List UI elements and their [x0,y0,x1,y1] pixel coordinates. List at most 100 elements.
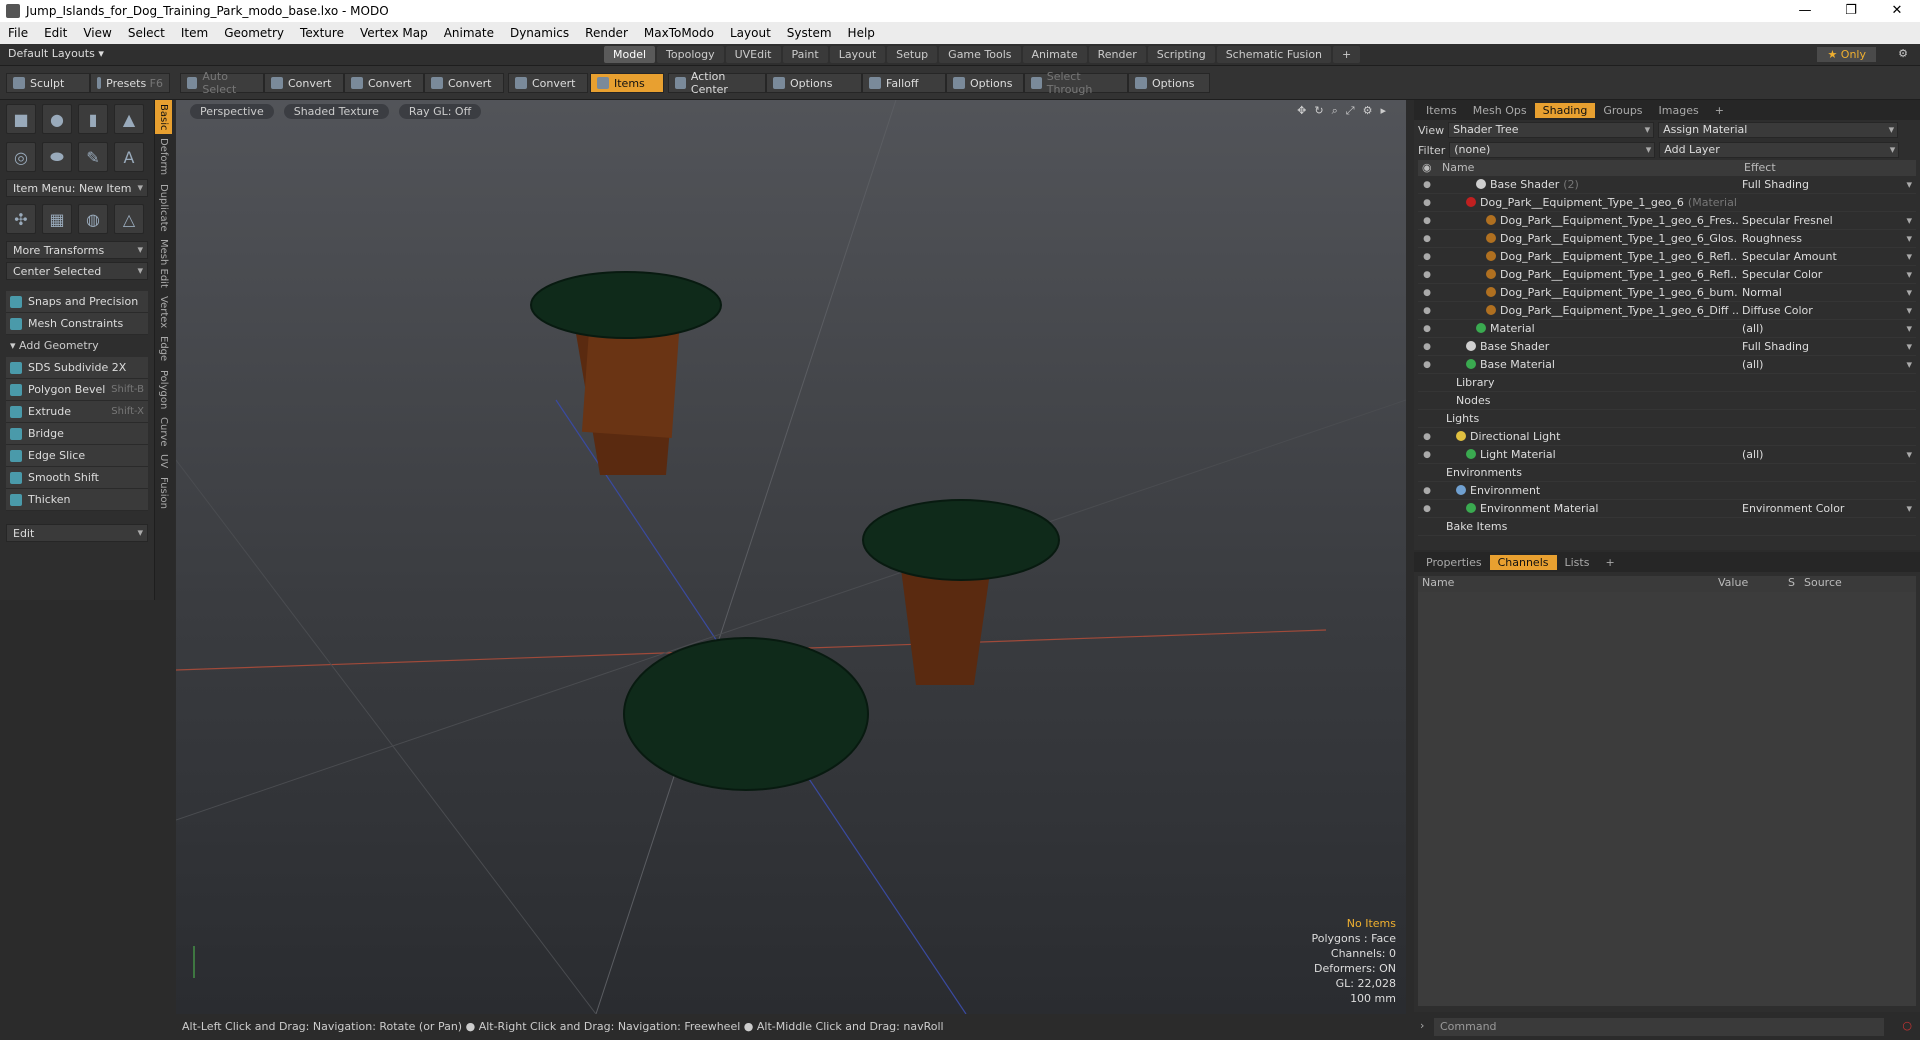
pen-icon[interactable]: ✎ [78,142,108,172]
visibility-eye-icon[interactable]: ● [1418,234,1436,244]
name-column-header[interactable]: Name [1438,160,1740,176]
vtab-uv[interactable]: UV [155,450,172,472]
convert-vertices-button[interactable]: Convert [264,73,344,93]
menu-edit[interactable]: Edit [36,26,75,40]
shader-tree-row[interactable]: Lights [1418,410,1916,428]
channels-list[interactable] [1418,592,1916,1006]
sphere-icon[interactable]: ● [42,104,72,134]
vtab-polygon[interactable]: Polygon [155,366,172,413]
action-center-button[interactable]: Action Center [668,70,766,96]
tab-scripting[interactable]: Scripting [1147,46,1215,63]
channel-s-header[interactable]: S [1788,576,1804,592]
sculpt-button[interactable]: Sculpt [6,73,90,93]
minimize-icon[interactable]: — [1782,0,1828,22]
shader-tree-row[interactable]: Environments [1418,464,1916,482]
visibility-eye-icon[interactable]: ● [1418,360,1436,370]
shader-tree-row[interactable]: ● Dog_Park__Equipment_Type_1_geo_6_Diff .… [1418,302,1916,320]
vtab-duplicate[interactable]: Duplicate [155,180,172,236]
tab-animate[interactable]: Animate [1022,46,1087,63]
menu-system[interactable]: System [779,26,840,40]
shader-tree-row[interactable]: ● Base Shader Full Shading [1418,338,1916,356]
shader-tree-row[interactable]: Bake Items [1418,518,1916,536]
shader-tree-row[interactable]: ● Base Shader (2) Full Shading [1418,176,1916,194]
vtab-mesh-edit[interactable]: Mesh Edit [155,235,172,292]
shader-tree-row[interactable]: Nodes [1418,392,1916,410]
text-icon[interactable]: A [114,142,144,172]
add-tab-icon[interactable]: + [1333,46,1361,63]
vtab-vertex[interactable]: Vertex [155,292,172,332]
shader-effect-dropdown[interactable]: Full Shading [1738,178,1916,191]
shader-tree-row[interactable]: ● Environment Material Environment Color [1418,500,1916,518]
tab-render[interactable]: Render [1088,46,1146,63]
menu-file[interactable]: File [0,26,36,40]
tab-channels[interactable]: Channels [1489,554,1557,570]
tab-schematic-fusion[interactable]: Schematic Fusion [1216,46,1332,63]
shader-effect-dropdown[interactable]: (all) [1738,358,1916,371]
globe-icon[interactable]: ◍ [78,204,108,234]
visibility-eye-icon[interactable]: ● [1418,270,1436,280]
auto-select-button[interactable]: Auto Select [180,70,264,96]
shader-effect-dropdown[interactable]: Roughness [1738,232,1916,245]
tab-game-tools[interactable]: Game Tools [939,46,1021,63]
options-button-3[interactable]: Options [1128,73,1210,93]
shader-effect-dropdown[interactable]: Specular Color [1738,268,1916,281]
vtab-basic[interactable]: Basic [155,100,172,135]
more-transforms-dropdown[interactable]: More Transforms [6,241,148,259]
vtab-deform[interactable]: Deform [155,134,172,179]
menu-select[interactable]: Select [120,26,173,40]
menu-layout[interactable]: Layout [722,26,779,40]
tool-thicken[interactable]: Thicken [6,489,148,511]
tab-uvedit[interactable]: UVEdit [725,46,781,63]
shader-tree-row[interactable]: ● Base Material (all) [1418,356,1916,374]
items-button[interactable]: Items [590,73,664,93]
visibility-eye-icon[interactable]: ● [1418,180,1436,190]
menu-maxtomodo[interactable]: MaxToModo [636,26,722,40]
visibility-eye-icon[interactable]: ● [1418,198,1436,208]
visibility-eye-icon[interactable]: ● [1418,324,1436,334]
shader-effect-dropdown[interactable]: Diffuse Color [1738,304,1916,317]
menu-vertex-map[interactable]: Vertex Map [352,26,436,40]
center-selected-dropdown[interactable]: Center Selected [6,262,148,280]
menu-view[interactable]: View [75,26,119,40]
shader-effect-dropdown[interactable]: Full Shading [1738,340,1916,353]
shader-effect-dropdown[interactable]: Specular Amount [1738,250,1916,263]
menu-item[interactable]: Item [173,26,216,40]
shader-effect-dropdown[interactable]: (all) [1738,322,1916,335]
menu-render[interactable]: Render [577,26,636,40]
tab-lists[interactable]: Lists [1557,555,1598,570]
tab-model[interactable]: Model [604,46,656,63]
shader-tree-row[interactable]: ● Dog_Park__Equipment_Type_1_geo_6_Fres..… [1418,212,1916,230]
shader-tree-row[interactable]: ● Dog_Park__Equipment_Type_1_geo_6_Glos..… [1418,230,1916,248]
shader-tree-row[interactable]: ● Material (all) [1418,320,1916,338]
add-tab-icon[interactable]: + [1707,103,1732,118]
effect-column-header[interactable]: Effect [1740,160,1780,176]
shader-tree-row[interactable]: ● Light Material (all) [1418,446,1916,464]
tab-groups[interactable]: Groups [1595,103,1650,118]
cube-icon[interactable]: ■ [6,104,36,134]
tool-extrude[interactable]: Extrude Shift-X [6,401,148,423]
convert-polygons-button[interactable]: Convert [424,73,504,93]
tab-paint[interactable]: Paint [782,46,828,63]
visibility-eye-icon[interactable]: ● [1418,306,1436,316]
visibility-eye-icon[interactable]: ● [1418,432,1436,442]
cone-icon[interactable]: ▲ [114,104,144,134]
tool-smooth-shift[interactable]: Smooth Shift [6,467,148,489]
tab-topology[interactable]: Topology [657,46,724,63]
mesh-constraints-button[interactable]: Mesh Constraints [6,313,148,335]
add-tab-icon[interactable]: + [1597,555,1622,570]
record-icon[interactable]: ○ [1902,1019,1912,1032]
grid-icon[interactable]: ▦ [42,204,72,234]
visibility-eye-icon[interactable]: ● [1418,216,1436,226]
channel-name-header[interactable]: Name [1418,576,1718,592]
tool-edge-slice[interactable]: Edge Slice [6,445,148,467]
restore-icon[interactable]: ❐ [1828,0,1874,22]
3d-viewport[interactable]: Perspective Shaded Texture Ray GL: Off ✥… [176,100,1406,1014]
tool-bridge[interactable]: Bridge [6,423,148,445]
only-button[interactable]: ★ Only [1817,47,1876,62]
vtab-edge[interactable]: Edge [155,332,172,365]
select-through-button[interactable]: Select Through [1024,70,1128,96]
menu-help[interactable]: Help [840,26,883,40]
menu-geometry[interactable]: Geometry [216,26,292,40]
torus-icon[interactable]: ◎ [6,142,36,172]
shader-tree-row[interactable]: ● Dog_Park__Equipment_Type_1_geo_6_Refl..… [1418,248,1916,266]
